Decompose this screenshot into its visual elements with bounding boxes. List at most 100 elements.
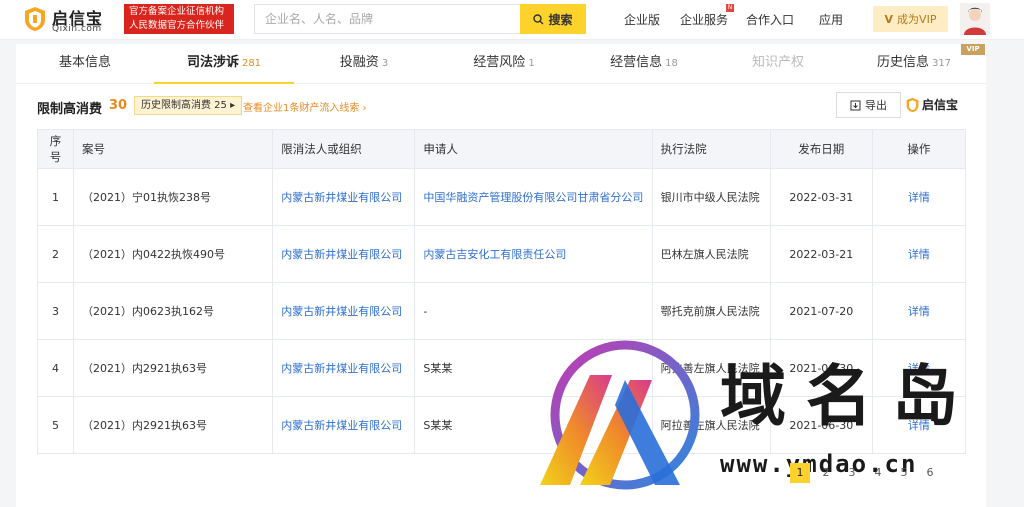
cell-court: 鄂托克前旗人民法院: [660, 304, 760, 318]
tab-ip[interactable]: 知识产权: [714, 44, 842, 84]
tab-count: 18: [665, 58, 678, 69]
detail-link-cell: 详情: [871, 339, 967, 397]
shield-logo-icon: [25, 7, 45, 31]
cell-no: 5: [52, 418, 60, 432]
search-button[interactable]: 搜索: [520, 4, 586, 34]
detail-link[interactable]: 详情: [908, 362, 930, 375]
cell-case-number: （2021）内0623执162号: [82, 304, 215, 318]
restriction-panel: 限制高消费 30 历史限制高消费 25 ▸ 查看企业1条财产流入线索 › 导出 …: [16, 84, 986, 507]
cell-restricted-org-cell: 内蒙古新井煤业有限公司: [272, 225, 416, 283]
nav-enterprise-service[interactable]: 企业服务: [680, 11, 728, 28]
table-row: 4 （2021）内2921执63号 内蒙古新井煤业有限公司 S某某 阿拉善左旗人民法院 2…: [36, 339, 967, 397]
tab-investment[interactable]: 投融资 3: [294, 44, 434, 84]
table-body: 1 （2021）宁01执恢238号 内蒙古新井煤业有限公司 中国华融资产管理股份有限公…: [36, 168, 967, 454]
page-6-button[interactable]: 6: [920, 463, 940, 483]
nav-enterprise-edition[interactable]: 企业版: [624, 11, 660, 28]
page-5-button[interactable]: 5: [894, 463, 914, 483]
cell-no-cell: 3: [36, 282, 75, 340]
cell-date-cell: 2022-03-21: [769, 225, 873, 283]
vip-corner-badge: VIP: [961, 44, 985, 55]
table-header-row: 序号 案号 限消法人或组织 申请人 执行法院 发布日期 操作: [36, 129, 967, 169]
company-tabs: 基本信息 司法涉诉 281 投融资 3 经营风险 1 经营信息 18 知识产权 历史信息…: [16, 44, 986, 84]
tab-judicial-litigation[interactable]: 司法涉诉 281: [154, 44, 294, 84]
cell-applicant[interactable]: 中国华融资产管理股份有限公司甘肃省分公司: [423, 191, 643, 204]
user-avatar[interactable]: [960, 3, 990, 35]
cell-date-cell: 2021-07-20: [769, 282, 873, 340]
cell-court-cell: 银川市中级人民法院: [651, 168, 771, 226]
cell-no: 1: [52, 190, 60, 204]
cell-applicant-cell: 中国华融资产管理股份有限公司甘肃省分公司: [414, 168, 653, 226]
cell-court-cell: 鄂托克前旗人民法院: [651, 282, 771, 340]
export-button[interactable]: 导出: [836, 92, 901, 118]
cell-case-number-cell: （2021）内0623执162号: [73, 282, 274, 340]
tab-operation-info[interactable]: 经营信息 18: [574, 44, 714, 84]
detail-link-cell: 详情: [871, 282, 967, 340]
cell-applicant-cell: S某某: [414, 396, 653, 454]
table-row: 3 （2021）内0623执162号 内蒙古新井煤业有限公司 - 鄂托克前旗人民法院 20…: [36, 282, 967, 340]
asset-inflow-link[interactable]: 查看企业1条财产流入线索 ›: [243, 99, 367, 114]
nav-apps[interactable]: 应用: [819, 11, 843, 28]
cell-applicant-cell: -: [414, 282, 653, 340]
tab-operation-risk[interactable]: 经营风险 1: [434, 44, 574, 84]
cell-court-cell: 阿拉善左旗人民法院: [651, 339, 771, 397]
cell-restricted-org-cell: 内蒙古新井煤业有限公司: [272, 282, 416, 340]
cell-no-cell: 4: [36, 339, 75, 397]
search-input[interactable]: [255, 5, 521, 33]
avatar-person-icon: [960, 3, 990, 35]
export-button-label: 导出: [865, 99, 887, 112]
cell-applicant[interactable]: 内蒙古吉安化工有限责任公司: [423, 248, 566, 261]
search-icon: [533, 13, 544, 24]
cell-case-number-cell: （2021）宁01执恢238号: [73, 168, 274, 226]
cell-restricted-org[interactable]: 内蒙古新井煤业有限公司: [281, 362, 402, 375]
cell-restricted-org[interactable]: 内蒙古新井煤业有限公司: [281, 191, 402, 204]
detail-link[interactable]: 详情: [908, 191, 930, 204]
page-4-button[interactable]: 4: [868, 463, 888, 483]
cell-case-number-cell: （2021）内2921执63号: [73, 396, 274, 454]
cell-date: 2022-03-31: [789, 190, 854, 204]
tab-label: 经营信息: [610, 55, 663, 70]
tab-count: 281: [241, 58, 262, 69]
become-vip-button[interactable]: V 成为VIP: [873, 6, 948, 32]
cell-restricted-org[interactable]: 内蒙古新井煤业有限公司: [281, 419, 402, 432]
detail-link[interactable]: 详情: [908, 248, 930, 261]
qixin-logo[interactable]: 启信宝 Qixin.com: [24, 5, 116, 35]
cell-court: 银川市中级人民法院: [660, 190, 760, 204]
history-restriction-button[interactable]: 历史限制高消费 25 ▸: [134, 96, 243, 115]
cell-restricted-org-cell: 内蒙古新井煤业有限公司: [272, 396, 416, 454]
detail-link[interactable]: 详情: [908, 419, 930, 432]
tab-label: 司法涉诉: [186, 55, 239, 70]
detail-link-cell: 详情: [871, 168, 967, 226]
search-button-label: 搜索: [548, 12, 573, 27]
tab-label: 历史信息: [876, 55, 929, 70]
cell-case-number: （2021）内2921执63号: [82, 361, 208, 375]
detail-link[interactable]: 详情: [908, 305, 930, 318]
brand-text: 启信宝: [922, 98, 959, 112]
nav-cooperation[interactable]: 合作入口: [746, 11, 794, 28]
cell-no: 2: [52, 247, 60, 261]
cell-restricted-org[interactable]: 内蒙古新井煤业有限公司: [281, 248, 402, 261]
cell-court: 巴林左旗人民法院: [660, 247, 749, 261]
cell-no: 4: [52, 361, 60, 375]
cell-restricted-org[interactable]: 内蒙古新井煤业有限公司: [281, 305, 402, 318]
cell-restricted-org-cell: 内蒙古新井煤业有限公司: [272, 339, 416, 397]
page-3-button[interactable]: 3: [842, 463, 862, 483]
section-title: 限制高消费: [37, 102, 103, 117]
page-1-button[interactable]: 1: [790, 463, 810, 483]
official-badge-line2: 人民数据官方合作伙伴: [129, 20, 225, 31]
search-box: 搜索: [254, 4, 586, 34]
tab-count: 317: [931, 58, 952, 69]
top-navbar: 启信宝 Qixin.com 官方备案企业征信机构 人民数据官方合作伙伴 搜索 企…: [0, 0, 1024, 40]
col-header-date: 发布日期: [769, 129, 873, 169]
cell-court: 阿拉善左旗人民法院: [660, 361, 760, 375]
cell-date-cell: 2021-06-30: [769, 339, 873, 397]
cell-case-number-cell: （2021）内2921执63号: [73, 339, 274, 397]
tab-basic-info[interactable]: 基本信息: [16, 44, 154, 84]
cell-no-cell: 1: [36, 168, 75, 226]
page-2-button[interactable]: 2: [816, 463, 836, 483]
cell-applicant-cell: 内蒙古吉安化工有限责任公司: [414, 225, 653, 283]
brand-mark: 启信宝: [906, 95, 970, 115]
restriction-table: 序号 案号 限消法人或组织 申请人 执行法院 发布日期 操作 1 （2021）宁0…: [36, 129, 967, 454]
export-icon: [850, 100, 861, 110]
table-row: 5 （2021）内2921执63号 内蒙古新井煤业有限公司 S某某 阿拉善左旗人民法院 2…: [36, 396, 967, 454]
detail-link-cell: 详情: [871, 225, 967, 283]
